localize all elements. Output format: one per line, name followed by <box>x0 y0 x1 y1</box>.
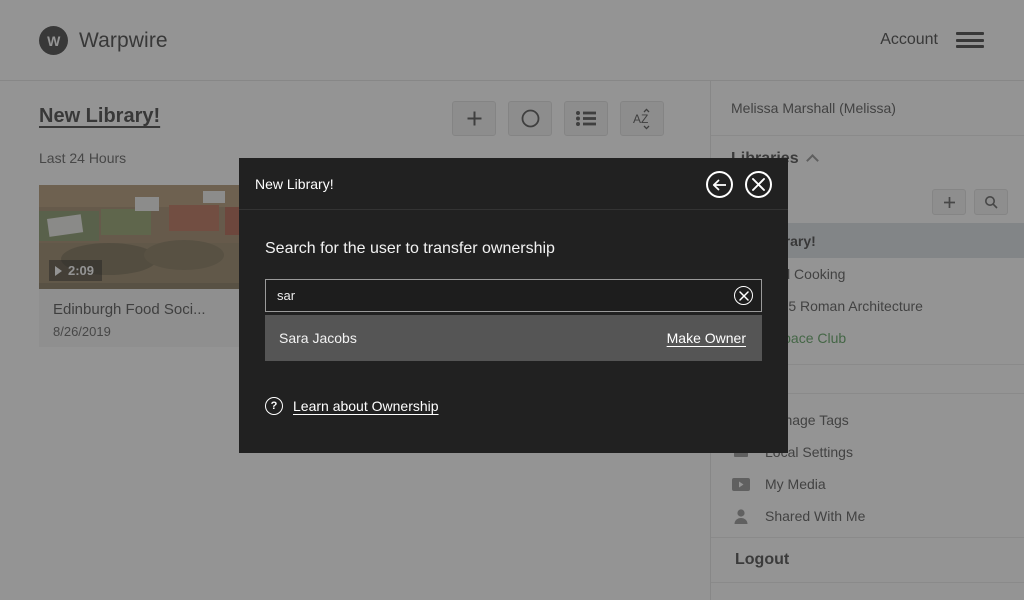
app-root: W Warpwire Account New Library! Last 24 … <box>0 0 1024 600</box>
modal-prompt: Search for the user to transfer ownershi… <box>265 240 555 257</box>
search-results: Sara Jacobs Make Owner <box>265 315 762 361</box>
modal-header-buttons <box>706 171 772 198</box>
search-input[interactable] <box>265 279 762 312</box>
make-owner-button[interactable]: Make Owner <box>667 330 746 346</box>
user-search-field <box>265 279 762 312</box>
close-button[interactable] <box>745 171 772 198</box>
modal-title: New Library! <box>255 175 334 192</box>
back-arrow-circle-icon <box>712 179 726 190</box>
close-circle-icon <box>752 178 765 191</box>
clear-search-icon[interactable] <box>734 286 753 305</box>
modal-footer: ? Learn about Ownership <box>265 397 762 415</box>
result-user-name: Sara Jacobs <box>279 330 357 346</box>
learn-about-ownership-link[interactable]: Learn about Ownership <box>293 398 439 414</box>
search-result-row[interactable]: Sara Jacobs Make Owner <box>265 315 762 361</box>
transfer-ownership-modal: New Library! Search for the user to tran… <box>239 158 788 453</box>
modal-header: New Library! <box>239 158 788 210</box>
question-circle-icon[interactable]: ? <box>265 397 283 415</box>
modal-body: Search for the user to transfer ownershi… <box>239 210 788 415</box>
back-button[interactable] <box>706 171 733 198</box>
